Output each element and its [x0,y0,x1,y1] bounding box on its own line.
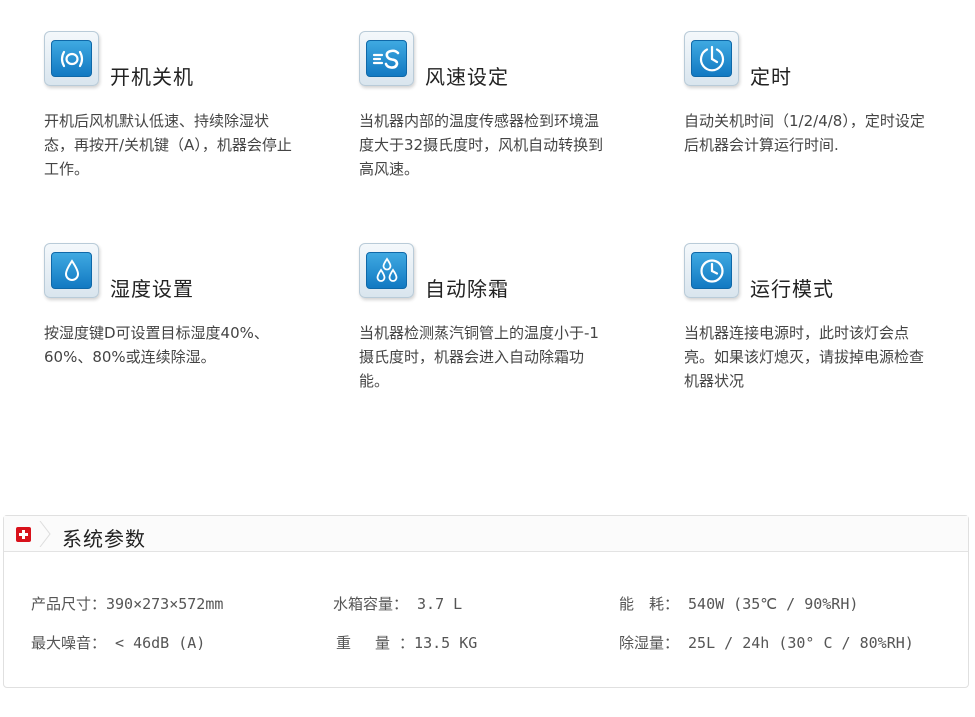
feature-head: 开机关机 [44,31,314,89]
spec-size: 产品尺寸：390×273×572mm [31,595,224,613]
feature-head: 湿度设置 [44,243,314,301]
defrost-drops-icon [359,243,414,298]
fan-speed-icon [359,31,414,86]
feature-humidity: 湿度设置 按湿度键D可设置目标湿度40%、60%、80%或连续除湿。 [44,243,314,369]
feature-head: 自动除霜 [359,243,629,301]
feature-title: 风速设定 [425,65,509,89]
feature-timer: 定时 自动关机时间（1/2/4/8），定时设定后机器会计算运行时间. [684,31,954,157]
feature-title: 运行模式 [750,277,834,301]
water-drop-icon [44,243,99,298]
feature-desc: 当机器内部的温度传感器检到环境温度大于32摄氏度时，风机自动转换到高风速。 [359,112,604,178]
power-icon [44,31,99,86]
feature-desc: 自动关机时间（1/2/4/8），定时设定后机器会计算运行时间. [684,112,925,154]
chevron-divider-icon [39,521,51,547]
spec-weight: 重 量 ：13.5 KG [336,634,478,652]
clock-icon [684,243,739,298]
spec-noise: 最大噪音： < 46dB (A) [31,634,206,652]
feature-run-mode: 运行模式 当机器连接电源时，此时该灯会点亮。如果该灯熄灭，请拔掉电源检查机器状况 [684,243,954,393]
params-header: 系统参数 [4,516,968,552]
spec-dehumid: 除湿量： 25L / 24h (30° C / 80%RH) [619,634,914,652]
feature-desc: 当机器连接电源时，此时该灯会点亮。如果该灯熄灭，请拔掉电源检查机器状况 [684,324,925,390]
system-params-panel: 系统参数 产品尺寸：390×273×572mm 水箱容量： 3.7 L 能 耗：… [3,515,969,688]
red-cross-icon [16,527,31,542]
feature-power: 开机关机 开机后风机默认低速、持续除湿状态，再按开/关机键（A），机器会停止工作… [44,31,314,181]
feature-desc: 开机后风机默认低速、持续除湿状态，再按开/关机键（A），机器会停止工作。 [44,112,292,178]
feature-head: 风速设定 [359,31,629,89]
feature-head: 运行模式 [684,243,954,301]
feature-title: 定时 [750,65,792,89]
feature-title: 自动除霜 [425,277,509,301]
timer-icon [684,31,739,86]
feature-title: 湿度设置 [110,277,194,301]
feature-fan-speed: 风速设定 当机器内部的温度传感器检到环境温度大于32摄氏度时，风机自动转换到高风… [359,31,629,181]
params-title: 系统参数 [62,527,146,551]
feature-defrost: 自动除霜 当机器检测蒸汽铜管上的温度小于-1摄氏度时，机器会进入自动除霜功能。 [359,243,629,393]
spec-tank: 水箱容量： 3.7 L [333,595,463,613]
feature-desc: 按湿度键D可设置目标湿度40%、60%、80%或连续除湿。 [44,324,269,366]
feature-desc: 当机器检测蒸汽铜管上的温度小于-1摄氏度时，机器会进入自动除霜功能。 [359,324,599,390]
feature-head: 定时 [684,31,954,89]
feature-title: 开机关机 [110,65,194,89]
spec-power: 能 耗： 540W (35℃ / 90%RH) [619,595,859,613]
